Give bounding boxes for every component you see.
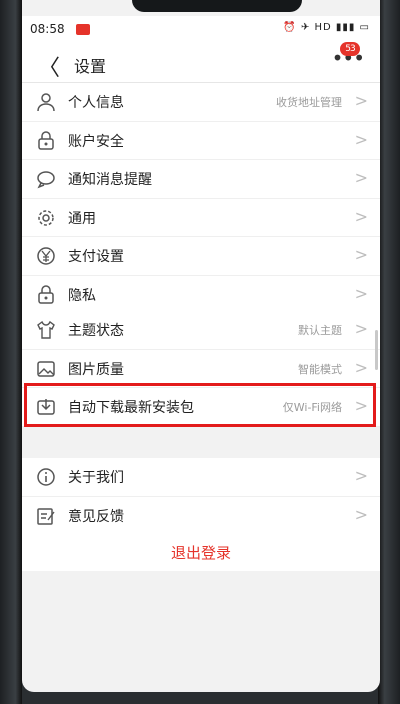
settings-group-about: 关于我们 > 意见反馈 > [22,458,380,535]
logout-button[interactable]: 退出登录 [22,533,380,571]
chevron-right-icon: > [354,129,368,149]
status-bar: 08:58 ⏰ ✈ HD ▮▮▮ ▭ [22,16,380,44]
chevron-right-icon: > [354,168,368,187]
highlight-box [24,383,376,427]
row-label: 关于我们 [68,470,124,486]
phone-frame: 08:58 ⏰ ✈ HD ▮▮▮ ▭ 〈 设置 ••• 53 个人信息 收货地址管… [0,0,400,704]
chat-bubble-icon [36,169,56,189]
row-label: 账户安全 [68,133,124,150]
row-label: 通用 [68,210,96,227]
yen-icon [36,246,56,266]
chevron-right-icon: > [354,466,368,485]
info-icon [36,467,56,487]
row-label: 意见反馈 [68,508,124,525]
row-value: 智能模式 [298,362,342,376]
chevron-right-icon: > [354,357,368,377]
row-label: 图片质量 [68,361,124,378]
gear-icon [36,208,56,228]
image-icon [36,359,56,379]
row-label: 个人信息 [68,95,124,111]
chevron-right-icon: > [354,245,368,264]
row-label: 支付设置 [68,249,124,265]
chevron-right-icon: > [354,319,368,338]
privacy-lock-icon [36,284,56,305]
settings-row[interactable]: 通知消息提醒 > [22,160,380,199]
person-icon [36,92,56,112]
chevron-right-icon: > [354,283,368,303]
row-value: 收货地址管理 [276,96,342,109]
settings-row[interactable]: 支付设置 > [22,237,380,276]
more-menu-button[interactable]: ••• 53 [332,42,365,70]
row-value: 默认主题 [298,324,342,337]
settings-row[interactable]: 意见反馈 > [22,497,380,535]
settings-row[interactable]: 通用 > [22,199,380,237]
settings-row[interactable]: 账户安全 > [22,122,380,160]
status-icons: ⏰ ✈ HD ▮▮▮ ▭ [283,22,370,33]
settings-group-account: 个人信息 收货地址管理 > 账户安全 > 通知消息提醒 > 通用 > 支付设置 > 隐私 > [22,83,380,314]
phone-bezel-left [0,0,22,704]
settings-row[interactable]: 个人信息 收货地址管理 > [22,83,380,122]
chevron-right-icon: > [354,504,368,524]
page-title: 设置 [74,57,107,76]
status-time: 08:58 [30,22,65,36]
phone-bezel-right [378,0,400,704]
phone-screen: 08:58 ⏰ ✈ HD ▮▮▮ ▭ 〈 设置 ••• 53 个人信息 收货地址管… [22,0,380,692]
settings-row[interactable]: 隐私 > [22,276,380,314]
camera-notch [132,0,302,12]
tshirt-icon [36,320,56,340]
row-label: 主题状态 [68,323,124,339]
notification-icon [76,24,90,35]
chevron-right-icon: > [354,206,368,226]
row-label: 隐私 [68,287,96,304]
back-button[interactable]: 〈 [38,50,60,82]
lock-icon [36,130,56,151]
settings-row[interactable]: 主题状态 默认主题 > [22,311,380,350]
feedback-icon [36,506,56,526]
settings-header: 〈 设置 ••• 53 [22,42,380,83]
chevron-right-icon: > [354,91,368,110]
logout-label: 退出登录 [170,544,231,562]
scrollbar[interactable] [375,330,378,370]
message-badge: 53 [340,42,360,56]
row-label: 通知消息提醒 [68,172,152,188]
settings-row[interactable]: 关于我们 > [22,458,380,497]
